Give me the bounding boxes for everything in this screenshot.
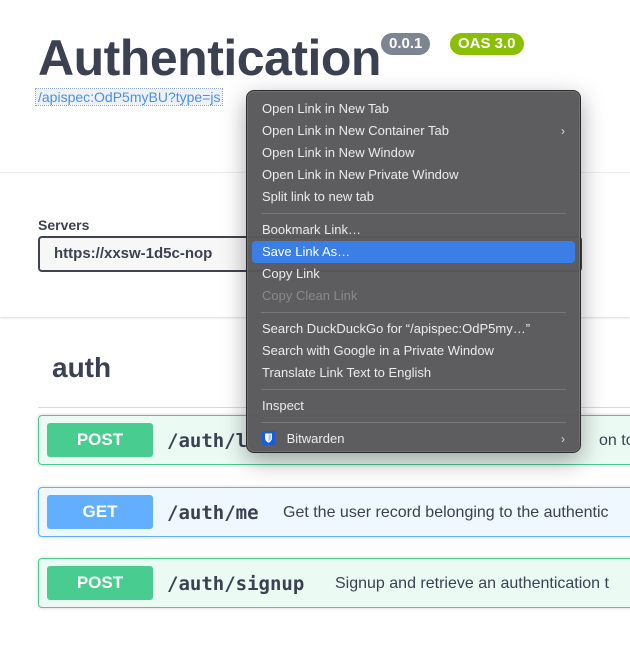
- operation-summary: Signup and retrieve an authentication t: [335, 575, 609, 592]
- chevron-right-icon: ›: [561, 124, 565, 138]
- operation-summary: Get the user record belonging to the aut…: [283, 504, 609, 521]
- chevron-right-icon: ›: [561, 432, 565, 446]
- menu-item-label: Bitwarden: [286, 431, 345, 446]
- method-badge: POST: [47, 423, 153, 457]
- menu-item-open-container-tab[interactable]: Open Link in New Container Tab ›: [252, 120, 575, 142]
- page-title: Authentication: [38, 30, 381, 86]
- bitwarden-shield-icon: [262, 431, 275, 446]
- operation-row[interactable]: GET /auth/me Get the user record belongi…: [38, 487, 630, 537]
- operation-path: /auth/l: [167, 430, 248, 452]
- menu-item-translate-link[interactable]: Translate Link Text to English: [252, 362, 575, 384]
- menu-item-open-private-window[interactable]: Open Link in New Private Window: [252, 164, 575, 186]
- oas-badge: OAS 3.0: [450, 33, 524, 55]
- operation-path: /auth/signup: [167, 573, 305, 595]
- menu-item-bookmark-link[interactable]: Bookmark Link…: [252, 219, 575, 241]
- tag-title[interactable]: auth: [52, 352, 111, 384]
- operation-row[interactable]: POST /auth/signup Signup and retrieve an…: [38, 558, 630, 608]
- menu-item-save-link-as[interactable]: Save Link As…: [252, 241, 575, 263]
- servers-label: Servers: [38, 217, 90, 233]
- menu-separator: [261, 213, 566, 214]
- menu-item-copy-link[interactable]: Copy Link: [252, 263, 575, 285]
- version-badge: 0.0.1: [381, 33, 431, 55]
- spec-link[interactable]: /apispec:OdP5myBU?type=js: [34, 88, 224, 106]
- menu-separator: [261, 312, 566, 313]
- operation-path: /auth/me: [167, 502, 259, 524]
- menu-item-search-google-private[interactable]: Search with Google in a Private Window: [252, 340, 575, 362]
- method-badge: GET: [47, 495, 153, 529]
- method-badge: POST: [47, 566, 153, 600]
- operation-summary: on toke: [599, 432, 630, 449]
- menu-item-open-new-window[interactable]: Open Link in New Window: [252, 142, 575, 164]
- menu-separator: [261, 389, 566, 390]
- menu-item-open-new-tab[interactable]: Open Link in New Tab: [252, 98, 575, 120]
- menu-item-label: Open Link in New Container Tab: [262, 123, 449, 138]
- menu-separator: [261, 422, 566, 423]
- menu-item-bitwarden[interactable]: Bitwarden ›: [252, 428, 575, 450]
- context-menu: Open Link in New Tab Open Link in New Co…: [246, 90, 581, 453]
- menu-item-copy-clean-link: Copy Clean Link: [262, 288, 358, 303]
- swagger-page: Authentication 0.0.1 OAS 3.0 /apispec:Od…: [0, 0, 630, 650]
- menu-item-inspect[interactable]: Inspect: [252, 395, 575, 417]
- menu-item-search-duckduckgo[interactable]: Search DuckDuckGo for “/apispec:OdP5my…”: [252, 318, 575, 340]
- menu-item-split-link[interactable]: Split link to new tab: [252, 186, 575, 208]
